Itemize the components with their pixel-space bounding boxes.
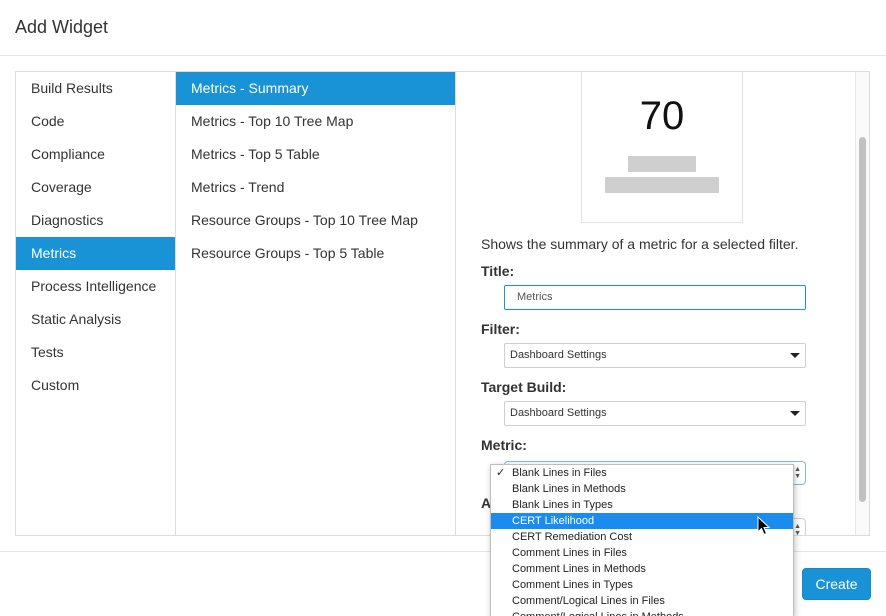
create-button[interactable]: Create [802,568,871,600]
updown-arrows-icon: ▲ ▼ [794,523,801,535]
widget-item[interactable]: Metrics - Trend [176,171,455,204]
filter-label: Filter: [481,321,520,337]
mouse-cursor-icon [757,516,771,536]
widget-list: Metrics - Summary Metrics - Top 10 Tree M… [176,72,456,535]
widget-item[interactable]: Resource Groups - Top 5 Table [176,237,455,270]
category-item-custom[interactable]: Custom [16,369,175,402]
target-build-select-value: Dashboard Settings [510,407,607,419]
metric-option[interactable]: Comment Lines in Types [491,577,793,593]
metric-option-label: Blank Lines in Files [512,467,607,479]
filter-select-value: Dashboard Settings [510,349,607,361]
widget-preview: 70 [581,72,743,223]
widget-item[interactable]: Metrics - Summary [176,72,455,105]
widget-description: Shows the summary of a metric for a sele… [481,236,799,252]
category-item-static-analysis[interactable]: Static Analysis [16,303,175,336]
category-item-code[interactable]: Code [16,105,175,138]
filter-select[interactable]: Dashboard Settings [504,343,806,368]
widget-item[interactable]: Resource Groups - Top 10 Tree Map [176,204,455,237]
metric-option-label: Comment/Logical Lines in Files [512,595,665,607]
metric-option[interactable]: ✓ Blank Lines in Files [491,465,793,481]
preview-placeholder-bar [628,156,696,172]
metric-option[interactable]: Comment Lines in Files [491,545,793,561]
metric-dropdown-list: ✓ Blank Lines in Files Blank Lines in Meth… [490,464,794,616]
chevron-down-icon [790,411,800,416]
dialog-title: Add Widget [15,17,109,37]
metric-option[interactable]: CERT Likelihood [491,513,793,529]
metric-option-label: Comment Lines in Types [512,579,633,591]
metric-option[interactable]: Blank Lines in Types [491,497,793,513]
category-item-coverage[interactable]: Coverage [16,171,175,204]
metric-option-label: Comment/Logical Lines in Methods [512,611,684,616]
metric-option-label: Blank Lines in Methods [512,483,626,495]
category-item-tests[interactable]: Tests [16,336,175,369]
category-item-diagnostics[interactable]: Diagnostics [16,204,175,237]
metric-option[interactable]: CERT Remediation Cost [491,529,793,545]
widget-item[interactable]: Metrics - Top 5 Table [176,138,455,171]
chevron-down-icon [790,353,800,358]
detail-scrollbar[interactable] [855,72,869,535]
metric-label: Metric: [481,437,527,453]
metric-option[interactable]: Blank Lines in Methods [491,481,793,497]
metric-option-label: Comment Lines in Files [512,547,627,559]
metric-option-label: CERT Likelihood [512,515,595,527]
title-input[interactable]: Metrics [504,285,806,310]
title-label: Title: [481,263,515,279]
category-item-compliance[interactable]: Compliance [16,138,175,171]
metric-option-label: CERT Remediation Cost [512,531,633,543]
category-item-metrics[interactable]: Metrics [16,237,175,270]
category-item-build-results[interactable]: Build Results [16,72,175,105]
metric-option[interactable]: Comment Lines in Methods [491,561,793,577]
preview-value: 70 [639,94,685,138]
category-item-process-intelligence[interactable]: Process Intelligence [16,270,175,303]
metric-option[interactable]: Comment/Logical Lines in Files [491,593,793,609]
metric-option-label: Blank Lines in Types [512,499,613,511]
preview-placeholder-bar [605,177,719,193]
checkmark-icon: ✓ [496,467,506,479]
target-build-select[interactable]: Dashboard Settings [504,401,806,426]
updown-arrows-icon: ▲ ▼ [794,466,801,480]
target-build-label: Target Build: [481,379,567,395]
metric-option-label: Comment Lines in Methods [512,563,646,575]
widget-item[interactable]: Metrics - Top 10 Tree Map [176,105,455,138]
category-list: Build Results Code Compliance Coverage Diagn… [16,72,176,535]
dialog-header: Add Widget [0,0,886,56]
scrollbar-thumb[interactable] [859,137,866,502]
metric-option[interactable]: Comment/Logical Lines in Methods [491,609,793,616]
